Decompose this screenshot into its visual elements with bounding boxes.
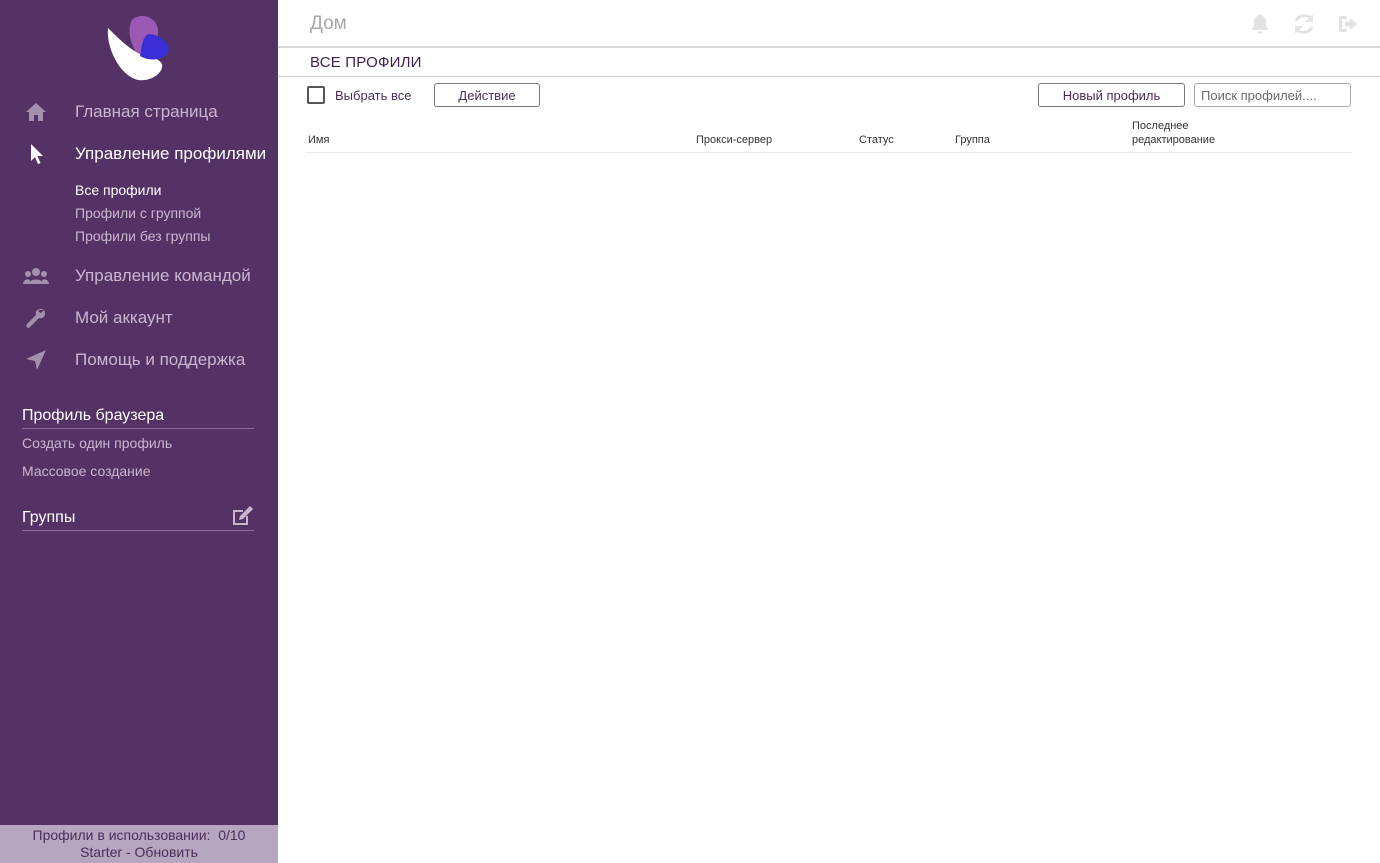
column-header-last-edited[interactable]: Последнее редактирование [1132, 119, 1215, 147]
usage-label: Профили в использовании: [32, 827, 211, 843]
cursor-icon [22, 140, 50, 168]
usage-line: Профили в использовании: 0/10 [0, 827, 278, 844]
nav-item-my-account[interactable]: Мой аккаунт [0, 302, 278, 334]
select-all-checkbox[interactable] [307, 86, 325, 104]
plan-name: Starter [80, 844, 123, 860]
bell-icon[interactable] [1248, 12, 1272, 36]
home-icon [22, 98, 50, 126]
sub-item-all-profiles[interactable]: Все профили [75, 182, 162, 198]
section-title: ВСЕ ПРОФИЛИ [310, 54, 422, 71]
sub-item-profiles-with-group[interactable]: Профили с группой [75, 205, 201, 221]
page-title: Дом [310, 13, 347, 34]
nav-item-label: Управление командой [75, 266, 251, 285]
browser-profile-section-title: Профиль браузера [22, 407, 254, 429]
wrench-icon [22, 304, 50, 332]
column-header-proxy[interactable]: Прокси-сервер [696, 133, 772, 147]
nav-item-label: Мой аккаунт [75, 308, 173, 327]
top-bar: Дом [278, 0, 1380, 48]
upgrade-link[interactable]: Обновить [135, 844, 198, 860]
nav-item-home[interactable]: Главная страница [0, 96, 278, 128]
nav-item-team-management[interactable]: Управление командой [0, 260, 278, 292]
section-header: ВСЕ ПРОФИЛИ [278, 48, 1380, 77]
new-profile-button[interactable]: Новый профиль [1038, 83, 1185, 107]
search-profiles-input[interactable] [1194, 83, 1351, 107]
usage-value: 0/10 [218, 827, 246, 843]
create-single-profile-link[interactable]: Создать один профиль [22, 435, 172, 451]
column-header-group[interactable]: Группа [955, 133, 990, 147]
sidebar: Главная страница Управление профилями Вс… [0, 0, 278, 863]
logout-icon[interactable] [1336, 12, 1360, 36]
sub-item-profiles-without-group[interactable]: Профили без группы [75, 228, 210, 244]
column-header-last-edited-line1: Последнее [1132, 120, 1189, 132]
nav-item-label: Главная страница [75, 102, 218, 121]
users-icon [22, 262, 50, 290]
table-header: Имя Прокси-сервер Статус Группа Последне… [306, 116, 1352, 153]
action-button[interactable]: Действие [434, 83, 540, 107]
bulk-create-link[interactable]: Массовое создание [22, 463, 150, 479]
refresh-icon[interactable] [1292, 12, 1316, 36]
plan-separator: - [122, 844, 135, 860]
nav-item-profile-management[interactable]: Управление профилями [0, 138, 278, 170]
select-all-label[interactable]: Выбрать все [335, 88, 411, 103]
plan-line: Starter - Обновить [0, 844, 278, 861]
sidebar-footer: Профили в использовании: 0/10 Starter - … [0, 825, 278, 863]
column-header-name[interactable]: Имя [308, 133, 329, 147]
column-header-last-edited-line2: редактирование [1132, 134, 1216, 146]
groups-section-title: Группы [22, 506, 254, 531]
nav-item-label: Управление профилями [75, 144, 267, 163]
main-content: Дом ВСЕ ПРОФИЛИ Выбрать все Действие Нов… [278, 0, 1380, 863]
app-logo [107, 16, 169, 81]
edit-icon[interactable] [230, 505, 254, 527]
paper-plane-icon [22, 346, 50, 374]
column-header-status[interactable]: Статус [859, 133, 894, 147]
groups-title-text: Группы [22, 509, 76, 526]
nav-item-help-support[interactable]: Помощь и поддержка [0, 344, 278, 376]
nav-item-label: Помощь и поддержка [75, 350, 246, 369]
